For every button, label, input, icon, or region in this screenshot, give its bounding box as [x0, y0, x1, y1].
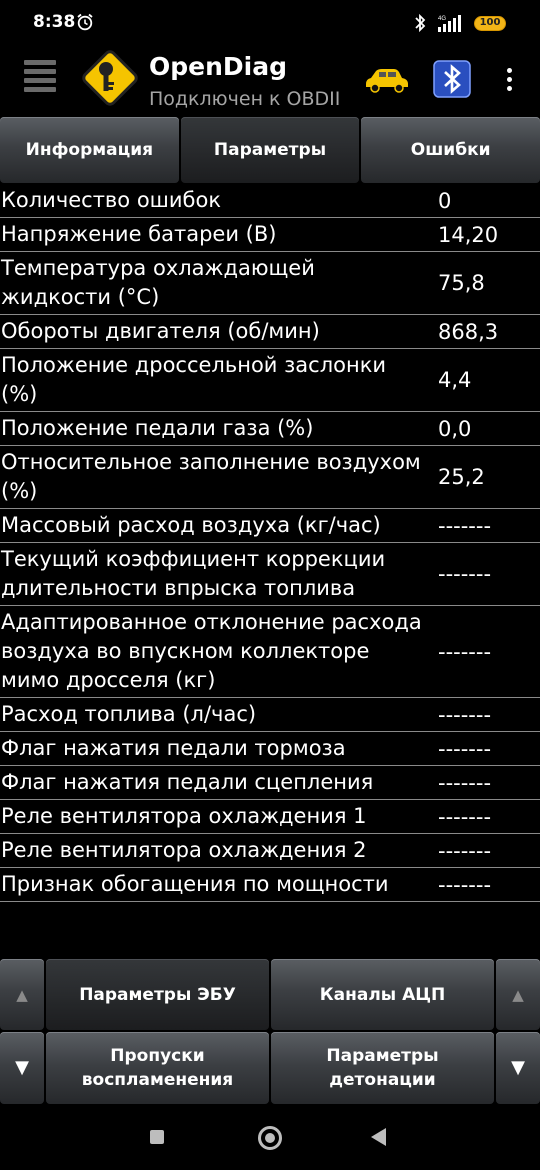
param-value: ------- [438, 838, 492, 863]
param-row: Флаг нажатия педали сцепления ------- [0, 766, 540, 800]
param-row: Адаптированное отклонение расхода воздух… [0, 606, 540, 698]
back-icon[interactable] [371, 1128, 386, 1146]
param-row: Напряжение батареи (В) 14,20 [0, 218, 540, 252]
battery-icon: 100 [474, 16, 506, 31]
param-name: Температура охлаждающей жидкости (°C) [1, 256, 315, 309]
param-name: Реле вентилятора охлаждения 2 [1, 838, 367, 862]
ecu-params-button[interactable]: Параметры ЭБУ [46, 959, 269, 1030]
param-row: Температура охлаждающей жидкости (°C) 75… [0, 252, 540, 315]
param-value: ------- [438, 770, 492, 795]
bottom-controls: ▲ Параметры ЭБУ Каналы АЦП ▲ ▼ Пропуски … [0, 959, 540, 1106]
param-name: Признак обогащения по мощности [1, 872, 389, 896]
misfires-button[interactable]: Пропуски воспламенения [46, 1032, 269, 1104]
param-name: Флаг нажатия педали тормоза [1, 736, 346, 760]
scroll-up-button[interactable]: ▲ [0, 959, 44, 1030]
param-name: Обороты двигателя (об/мин) [1, 319, 320, 343]
param-value: 868,3 [438, 319, 499, 344]
param-row: Флаг нажатия педали тормоза ------- [0, 732, 540, 766]
tab-errors[interactable]: Ошибки [361, 117, 540, 183]
param-name: Расход топлива (л/час) [1, 702, 257, 726]
param-row: Относительное заполнение воздухом (%) 25… [0, 446, 540, 509]
param-name: Адаптированное отклонение расхода воздух… [1, 610, 422, 692]
param-name: Относительное заполнение воздухом (%) [1, 450, 421, 503]
connection-status: Подключен к OBDII [149, 88, 341, 110]
param-name: Массовый расход воздуха (кг/час) [1, 513, 381, 537]
app-bar: OpenDiag Подключен к OBDII [0, 46, 540, 114]
param-value: 14,20 [438, 222, 499, 247]
param-name: Текущий коэффициент коррекции длительнос… [1, 547, 386, 600]
param-name: Положение педали газа (%) [1, 416, 314, 440]
more-options-icon[interactable] [503, 68, 515, 94]
param-row: Расход топлива (л/час) ------- [0, 698, 540, 732]
param-value: ------- [438, 702, 492, 727]
tab-info[interactable]: Информация [0, 117, 179, 183]
car-icon[interactable] [362, 66, 410, 94]
battery-level: 100 [479, 17, 501, 28]
param-row: Обороты двигателя (об/мин) 868,3 [0, 315, 540, 349]
param-value: 4,4 [438, 368, 472, 392]
scroll-down-right-button[interactable]: ▼ [496, 1032, 540, 1104]
param-name: Напряжение батареи (В) [1, 222, 277, 246]
param-value: 0 [438, 188, 452, 213]
knock-params-button[interactable]: Параметры детонации [271, 1032, 494, 1104]
status-time: 8:38 [33, 12, 76, 32]
param-name: Положение дроссельной заслонки (%) [1, 353, 387, 406]
menu-icon[interactable] [24, 60, 56, 94]
home-icon[interactable] [258, 1126, 282, 1150]
param-name: Флаг нажатия педали сцепления [1, 770, 374, 794]
param-value: ------- [438, 872, 492, 897]
app-title: OpenDiag [149, 52, 287, 81]
param-value: ------- [438, 562, 492, 586]
tab-bar: Информация Параметры Ошибки [0, 117, 540, 183]
recents-icon[interactable] [150, 1130, 164, 1144]
signal-icon: 4G [438, 15, 461, 32]
scroll-up-right-button[interactable]: ▲ [496, 959, 540, 1030]
app-logo-icon [82, 50, 138, 106]
status-bar: 8:38 4G 100 [0, 0, 540, 46]
param-name: Количество ошибок [1, 188, 222, 212]
bluetooth-icon[interactable] [433, 60, 471, 98]
param-value: 0,0 [438, 416, 472, 441]
parameter-list: Количество ошибок 0 Напряжение батареи (… [0, 184, 540, 902]
network-type: 4G [438, 16, 446, 22]
param-row: Массовый расход воздуха (кг/час) ------- [0, 509, 540, 543]
bluetooth-status-icon [415, 13, 426, 33]
adc-channels-button[interactable]: Каналы АЦП [271, 959, 494, 1030]
param-value: ------- [438, 804, 492, 829]
param-value: ------- [438, 513, 492, 538]
param-value: 75,8 [438, 271, 485, 295]
param-row: Положение дроссельной заслонки (%) 4,4 [0, 349, 540, 412]
param-value: 25,2 [438, 465, 485, 489]
tab-parameters[interactable]: Параметры [180, 117, 360, 183]
param-name: Реле вентилятора охлаждения 1 [1, 804, 367, 828]
param-row: Текущий коэффициент коррекции длительнос… [0, 543, 540, 606]
system-nav-bar [0, 1106, 540, 1170]
scroll-down-button[interactable]: ▼ [0, 1032, 44, 1104]
param-value: ------- [438, 639, 492, 664]
param-row: Признак обогащения по мощности ------- [0, 868, 540, 902]
param-row: Положение педали газа (%) 0,0 [0, 412, 540, 446]
param-row: Реле вентилятора охлаждения 1 ------- [0, 800, 540, 834]
alarm-icon [77, 13, 93, 31]
param-row: Количество ошибок 0 [0, 184, 540, 218]
param-row: Реле вентилятора охлаждения 2 ------- [0, 834, 540, 868]
param-value: ------- [438, 736, 492, 761]
